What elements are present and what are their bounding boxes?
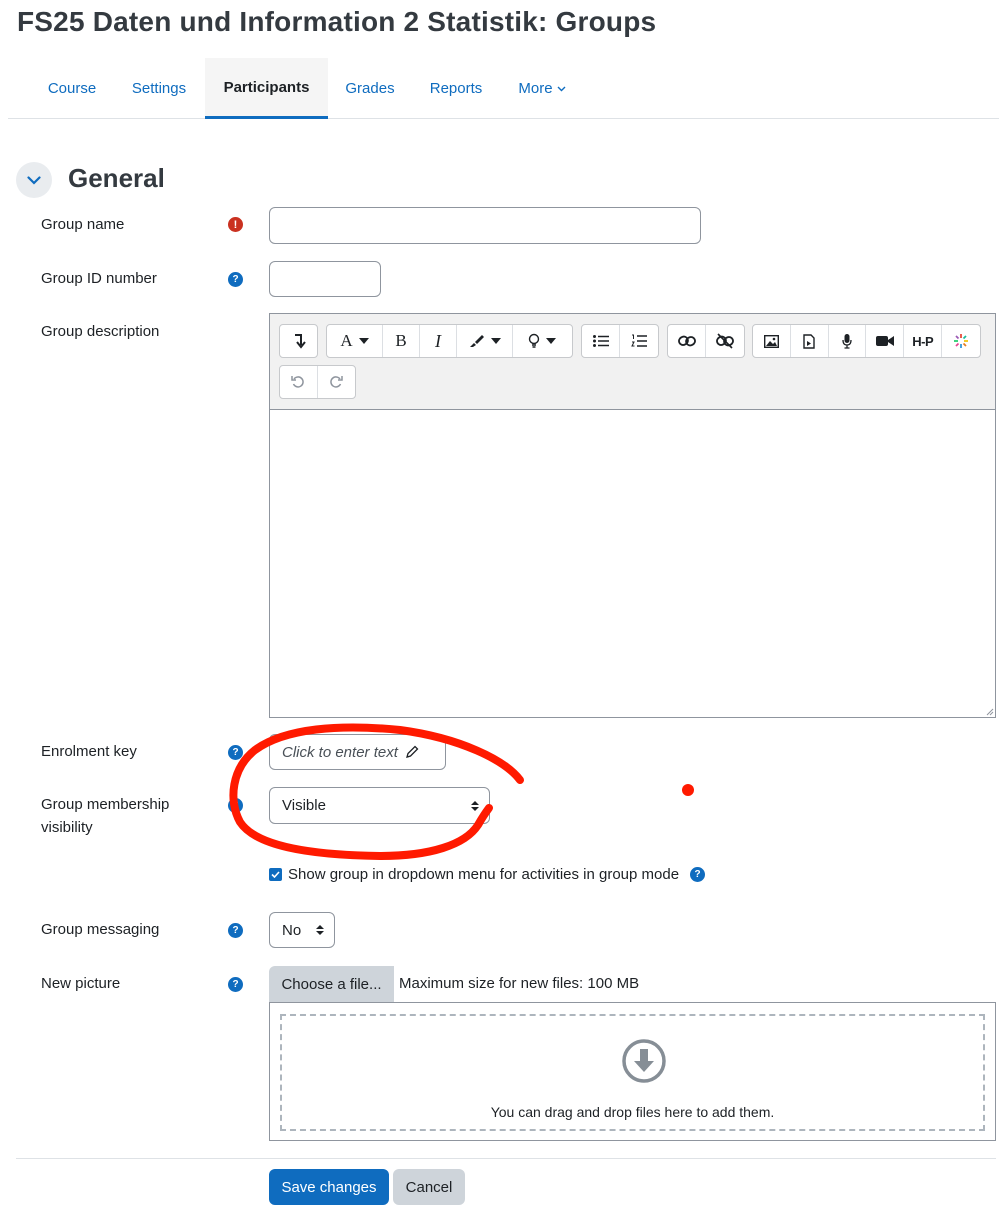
group-id-input[interactable]	[269, 261, 381, 297]
tab-grades[interactable]: Grades	[332, 58, 408, 119]
record-audio-button[interactable]	[829, 325, 867, 357]
numbered-list-button[interactable]	[620, 325, 658, 357]
group-messaging-label: Group messaging	[41, 921, 160, 938]
enrolment-key-label: Enrolment key	[41, 743, 137, 760]
help-icon[interactable]: ?	[228, 745, 243, 760]
chevron-down-icon	[557, 86, 566, 92]
unlink-icon	[716, 333, 734, 349]
tab-more-label: More	[518, 80, 553, 97]
bold-icon: B	[395, 331, 407, 350]
form-divider	[16, 1158, 996, 1159]
collapse-button[interactable]	[280, 325, 317, 357]
enrolment-key-placeholder: Click to enter text	[282, 743, 398, 761]
editor-toolbar: A B I H-P	[270, 314, 995, 410]
group-name-label: Group name	[41, 216, 125, 233]
unlink-button[interactable]	[706, 325, 744, 357]
membership-visibility-value: Visible	[282, 797, 326, 814]
download-arrow-icon	[622, 1039, 666, 1083]
section-collapse-toggle[interactable]	[16, 162, 52, 198]
help-icon[interactable]: ?	[228, 923, 243, 938]
video-icon	[875, 336, 894, 346]
italic-button[interactable]: I	[420, 325, 457, 357]
highlight-button[interactable]	[457, 325, 513, 357]
tips-icon	[528, 333, 539, 348]
tab-course[interactable]: Course	[34, 58, 110, 119]
chevron-down-icon	[27, 175, 41, 185]
membership-visibility-label: Group membership visibility	[41, 793, 169, 839]
link-button[interactable]	[668, 325, 706, 357]
select-arrows-icon	[316, 925, 324, 935]
spinner-icon	[954, 334, 969, 348]
undo-button[interactable]	[280, 366, 318, 398]
italic-icon: I	[435, 330, 441, 351]
tab-participants[interactable]: Participants	[205, 58, 328, 119]
image-icon	[763, 334, 779, 348]
group-name-input[interactable]	[269, 207, 701, 244]
show-in-dropdown-label[interactable]: Show group in dropdown menu for activiti…	[288, 866, 679, 883]
show-in-dropdown-row: Show group in dropdown menu for activiti…	[269, 866, 706, 883]
group-id-label: Group ID number	[41, 270, 157, 287]
font-color-button[interactable]: A	[327, 325, 383, 357]
highlight-icon	[469, 335, 484, 347]
help-icon[interactable]: ?	[228, 798, 243, 813]
redo-button[interactable]	[318, 366, 356, 398]
undo-icon	[291, 376, 305, 388]
pencil-icon	[405, 745, 419, 758]
show-in-dropdown-checkbox[interactable]	[269, 868, 282, 881]
membership-visibility-select[interactable]: Visible	[269, 787, 490, 824]
dropdown-caret-icon	[490, 338, 501, 344]
resize-handle-icon[interactable]	[986, 708, 994, 716]
group-messaging-value: No	[282, 921, 302, 939]
select-arrows-icon	[471, 800, 479, 811]
enrolment-key-inline-edit[interactable]: Click to enter text	[269, 734, 446, 770]
plugin-button[interactable]	[942, 325, 980, 357]
image-button[interactable]	[753, 325, 791, 357]
required-icon: !	[228, 217, 243, 232]
page-title: FS25 Daten und Information 2 Statistik: …	[17, 6, 657, 37]
tab-more[interactable]: More	[504, 58, 580, 119]
choose-file-button[interactable]: Choose a file...	[269, 966, 394, 1002]
max-file-size-text: Maximum size for new files: 100 MB	[399, 975, 640, 992]
membership-visibility-label-line2: visibility	[41, 819, 93, 836]
file-dropzone-inner: You can drag and drop files here to add …	[280, 1014, 985, 1131]
tab-reports[interactable]: Reports	[414, 58, 498, 119]
h5p-icon: H-P	[912, 333, 934, 349]
group-messaging-select[interactable]: No	[269, 912, 335, 948]
record-video-button[interactable]	[866, 325, 905, 357]
tips-button[interactable]	[513, 325, 570, 357]
secondary-navigation: Course Settings Participants Grades Repo…	[8, 58, 999, 119]
description-editor: A B I H-P	[269, 313, 996, 718]
media-button[interactable]	[791, 325, 829, 357]
redo-icon	[330, 376, 343, 388]
dropzone-text: You can drag and drop files here to add …	[490, 1104, 775, 1120]
dropdown-caret-icon	[358, 338, 369, 344]
checkmark-icon	[271, 871, 280, 878]
font-color-icon: A	[340, 331, 353, 350]
tab-settings[interactable]: Settings	[118, 58, 200, 119]
membership-visibility-label-line1: Group membership	[41, 796, 170, 813]
microphone-icon	[842, 333, 852, 349]
bullet-list-button[interactable]	[582, 325, 620, 357]
help-icon[interactable]: ?	[228, 977, 243, 992]
section-title: General	[68, 163, 165, 193]
group-description-label: Group description	[41, 323, 160, 340]
help-icon[interactable]: ?	[690, 867, 706, 882]
link-icon	[677, 335, 696, 347]
collapse-icon	[294, 334, 306, 349]
new-picture-label: New picture	[41, 975, 121, 992]
editor-content-area[interactable]	[270, 410, 995, 717]
file-dropzone[interactable]: You can drag and drop files here to add …	[269, 1002, 996, 1141]
save-changes-button[interactable]: Save changes	[269, 1169, 389, 1205]
bullet-list-icon	[592, 335, 609, 347]
media-icon	[803, 333, 815, 349]
numbered-list-icon	[631, 334, 647, 347]
bold-button[interactable]: B	[383, 325, 420, 357]
dropdown-caret-icon	[545, 338, 556, 344]
help-icon[interactable]: ?	[228, 272, 243, 287]
cancel-button[interactable]: Cancel	[393, 1169, 465, 1205]
h5p-button[interactable]: H-P	[904, 325, 943, 357]
